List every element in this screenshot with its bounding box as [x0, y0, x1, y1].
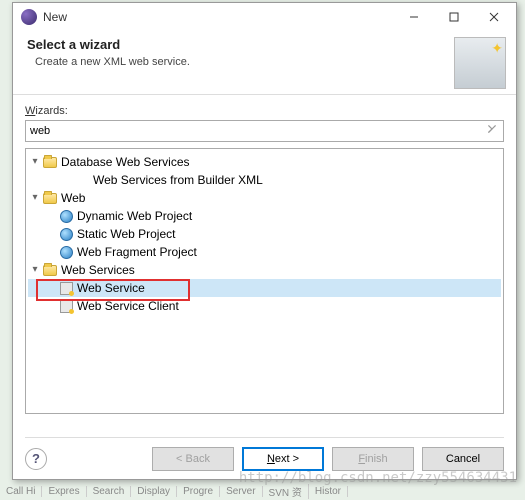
globe-icon	[58, 244, 74, 260]
new-wizard-dialog: New Select a wizard Create a new XML web…	[12, 2, 517, 480]
finish-button[interactable]: Finish	[332, 447, 414, 471]
chevron-down-icon[interactable]: ▾	[28, 153, 42, 171]
folder-icon	[42, 262, 58, 278]
eclipse-icon	[21, 9, 37, 25]
chevron-down-icon[interactable]: ▾	[28, 189, 42, 207]
filter-label: Wizards:	[25, 105, 504, 117]
web-service-client-icon	[58, 298, 74, 314]
tree-folder-database-web-services[interactable]: ▾ Database Web Services	[28, 153, 501, 171]
tree-folder-web[interactable]: ▾ Web	[28, 189, 501, 207]
tree-item-static-web-project[interactable]: · Static Web Project	[28, 225, 501, 243]
wizard-title: Select a wizard	[27, 37, 190, 52]
background-ide-tabs: Call HiExpresSearchDisplayProgreServerSV…	[0, 482, 525, 500]
tree-label: Web Services from Builder XML	[93, 171, 263, 189]
next-button[interactable]: Next >	[242, 447, 324, 471]
clear-filter-icon[interactable]	[486, 123, 500, 137]
globe-icon	[58, 226, 74, 242]
tree-folder-web-services[interactable]: ▾ Web Services	[28, 261, 501, 279]
chevron-down-icon[interactable]: ▾	[28, 261, 42, 279]
tree-label: Web Services	[61, 261, 135, 279]
wizard-header: Select a wizard Create a new XML web ser…	[13, 31, 516, 95]
button-bar: ? < Back Next > Finish Cancel	[25, 437, 504, 469]
close-button[interactable]	[474, 3, 514, 31]
help-button[interactable]: ?	[25, 448, 47, 470]
tree-label: Web Service	[77, 279, 145, 297]
window-title: New	[43, 10, 394, 24]
wizard-filter-input[interactable]	[25, 120, 504, 142]
wizard-subtitle: Create a new XML web service.	[27, 56, 190, 68]
tree-item-dynamic-web-project[interactable]: · Dynamic Web Project	[28, 207, 501, 225]
globe-icon	[58, 208, 74, 224]
back-button[interactable]: < Back	[152, 447, 234, 471]
minimize-button[interactable]	[394, 3, 434, 31]
tree-label: Web Service Client	[77, 297, 179, 315]
tree-label: Dynamic Web Project	[77, 207, 192, 225]
web-service-icon	[58, 280, 74, 296]
file-icon	[74, 172, 90, 188]
tree-label: Web Fragment Project	[77, 243, 197, 261]
tree-item-web-services-from-builder-xml[interactable]: · Web Services from Builder XML	[28, 171, 501, 189]
tree-item-web-service[interactable]: · Web Service	[28, 279, 501, 297]
folder-icon	[42, 154, 58, 170]
wizard-tree[interactable]: ▾ Database Web Services · Web Services f…	[25, 148, 504, 414]
titlebar: New	[13, 3, 516, 31]
folder-icon	[42, 190, 58, 206]
maximize-button[interactable]	[434, 3, 474, 31]
tree-label: Static Web Project	[77, 225, 175, 243]
tree-item-web-fragment-project[interactable]: · Web Fragment Project	[28, 243, 501, 261]
wizard-banner-icon: ✦	[454, 37, 506, 89]
tree-label: Web	[61, 189, 85, 207]
tree-label: Database Web Services	[61, 153, 190, 171]
tree-item-web-service-client[interactable]: · Web Service Client	[28, 297, 501, 315]
cancel-button[interactable]: Cancel	[422, 447, 504, 471]
